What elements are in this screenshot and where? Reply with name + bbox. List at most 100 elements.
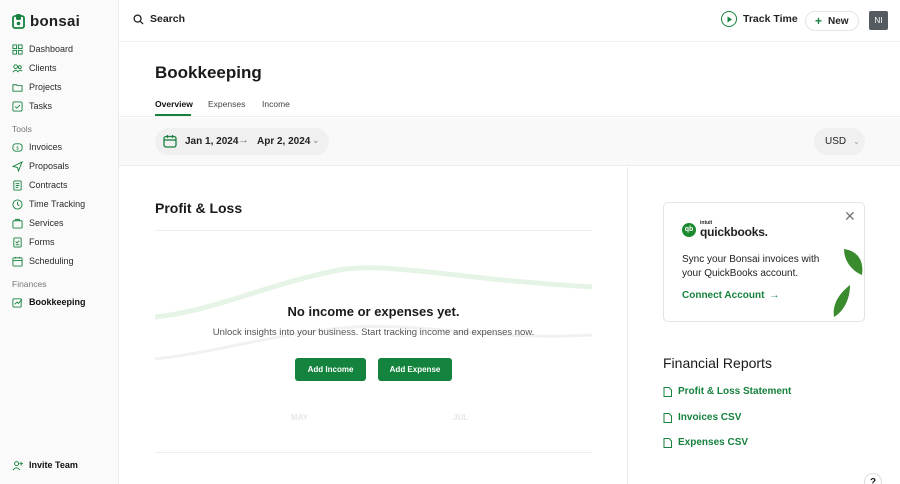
play-icon (721, 11, 737, 27)
side-panel: qb intuit quickbooks. ✕ Sync your Bonsai… (629, 167, 900, 484)
help-icon: ? (869, 476, 877, 484)
sidebar-item-label: Tasks (29, 101, 53, 111)
quickbooks-description: Sync your Bonsai invoices with your Quic… (682, 254, 820, 279)
bookkeeping-icon (12, 297, 23, 308)
sidebar-item-dashboard[interactable]: Dashboard (12, 42, 73, 56)
report-link-profit-loss[interactable]: Profit & Loss Statement (663, 386, 791, 397)
quickbooks-card: qb intuit quickbooks. ✕ Sync your Bonsai… (663, 202, 865, 322)
connect-account-button[interactable]: Connect Account → (682, 290, 779, 301)
users-icon (12, 63, 23, 72)
search-placeholder: Search (150, 13, 186, 25)
section-title: Profit & Loss (155, 200, 243, 216)
sidebar-item-forms[interactable]: Forms (12, 235, 55, 249)
arrow-right-icon: → (238, 134, 249, 146)
report-link-expenses-csv[interactable]: Expenses CSV (663, 437, 748, 448)
invoice-icon: $ (12, 142, 23, 152)
tab-income[interactable]: Income (262, 99, 290, 109)
new-button[interactable]: + New (805, 11, 859, 31)
search-icon (133, 13, 144, 25)
document-icon (663, 412, 672, 423)
filter-bar: Jan 1, 2024 → Apr 2, 2024 ⌄ USD ⌄ (119, 118, 900, 166)
contract-icon (13, 179, 22, 191)
clock-icon (12, 198, 23, 210)
avatar[interactable]: NI (869, 11, 888, 30)
report-link-label: Expenses CSV (678, 437, 749, 448)
sidebar-item-label: Scheduling (29, 256, 74, 266)
sidebar-section-finances: Finances (12, 279, 47, 289)
chevron-down-icon: ⌄ (853, 137, 860, 146)
sidebar-item-projects[interactable]: Projects (12, 80, 62, 94)
connect-account-label: Connect Account (682, 290, 765, 301)
chevron-down-icon: ⌄ (312, 135, 320, 145)
leaf-decoration-icon (844, 249, 863, 275)
sidebar-item-contracts[interactable]: Contracts (12, 178, 68, 192)
sidebar-item-services[interactable]: Services (12, 216, 64, 230)
profit-loss-panel: Profit & Loss No income or expenses yet.… (119, 167, 628, 484)
sidebar-item-invoices[interactable]: $ Invoices (12, 140, 62, 154)
calendar-icon (163, 135, 177, 148)
empty-state-title: No income or expenses yet. (287, 304, 460, 319)
date-to: Apr 2, 2024 (257, 136, 311, 147)
document-icon (663, 437, 672, 448)
bonsai-logo-icon (12, 14, 25, 29)
checkbox-icon (12, 100, 23, 112)
services-icon (12, 218, 23, 229)
document-icon (663, 386, 672, 397)
tab-expenses[interactable]: Expenses (208, 99, 245, 109)
arrow-right-icon: → (769, 290, 780, 301)
currency-select[interactable]: USD ⌄ (814, 128, 865, 155)
help-button[interactable]: ? (864, 473, 882, 484)
page-header: Bookkeeping Overview Expenses Income (119, 42, 900, 117)
invite-team-button[interactable]: Invite Team (12, 458, 78, 472)
close-icon[interactable]: ✕ (844, 208, 856, 225)
faded-axis-label: JUL (453, 413, 469, 422)
add-expense-button[interactable]: Add Expense (378, 358, 452, 381)
form-icon (13, 236, 22, 248)
page-title: Bookkeeping (155, 63, 262, 82)
quickbooks-wordmark: intuit quickbooks. (700, 221, 768, 239)
sidebar-section-tools: Tools (12, 124, 32, 134)
date-range-picker[interactable]: Jan 1, 2024 → Apr 2, 2024 ⌄ (155, 128, 329, 155)
top-bar: Search Track Time + New NI (119, 0, 900, 42)
sidebar: bonsai Dashboard Clients Projects Tasks … (0, 0, 119, 484)
sidebar-item-time-tracking[interactable]: Time Tracking (12, 197, 85, 211)
date-from: Jan 1, 2024 (185, 136, 239, 147)
sidebar-item-scheduling[interactable]: Scheduling (12, 254, 74, 268)
sidebar-item-label: Time Tracking (29, 199, 86, 209)
faded-chart-line (155, 265, 592, 361)
leaf-decoration-icon (833, 285, 850, 317)
search-input[interactable]: Search (133, 13, 185, 25)
sidebar-item-label: Proposals (29, 161, 70, 171)
sidebar-item-label: Forms (29, 237, 55, 247)
send-icon (12, 160, 23, 172)
tab-active-indicator (155, 114, 191, 116)
track-time-label: Track Time (743, 13, 798, 25)
sidebar-item-label: Dashboard (29, 44, 74, 54)
brand-name: bonsai (30, 13, 81, 30)
sidebar-item-proposals[interactable]: Proposals (12, 159, 69, 173)
dashboard-icon (12, 43, 23, 55)
report-link-label: Invoices CSV (678, 412, 742, 423)
sidebar-item-clients[interactable]: Clients (12, 61, 57, 75)
empty-state-subtitle: Unlock insights into your business. Star… (212, 327, 535, 338)
invite-team-label: Invite Team (29, 460, 78, 470)
quickbooks-icon: qb (682, 222, 696, 237)
sidebar-item-label: Projects (29, 82, 62, 92)
sidebar-item-label: Services (29, 218, 64, 228)
brand-logo[interactable]: bonsai (12, 13, 80, 30)
report-link-invoices-csv[interactable]: Invoices CSV (663, 412, 741, 423)
svg-text:$: $ (16, 145, 19, 150)
sidebar-item-label: Contracts (29, 180, 68, 190)
track-time-button[interactable]: Track Time (721, 11, 798, 27)
sidebar-item-label: Clients (29, 63, 57, 73)
financial-reports-title: Financial Reports (663, 355, 772, 371)
sidebar-item-bookkeeping[interactable]: Bookkeeping (12, 295, 86, 309)
currency-value: USD (825, 136, 847, 147)
add-user-icon (12, 460, 23, 470)
folder-icon (12, 83, 23, 92)
sidebar-item-tasks[interactable]: Tasks (12, 99, 52, 113)
quickbooks-name: quickbooks. (700, 225, 768, 239)
profit-loss-chart: No income or expenses yet. Unlock insigh… (155, 230, 592, 453)
add-income-button[interactable]: Add Income (295, 358, 366, 381)
tab-overview[interactable]: Overview (155, 99, 193, 109)
